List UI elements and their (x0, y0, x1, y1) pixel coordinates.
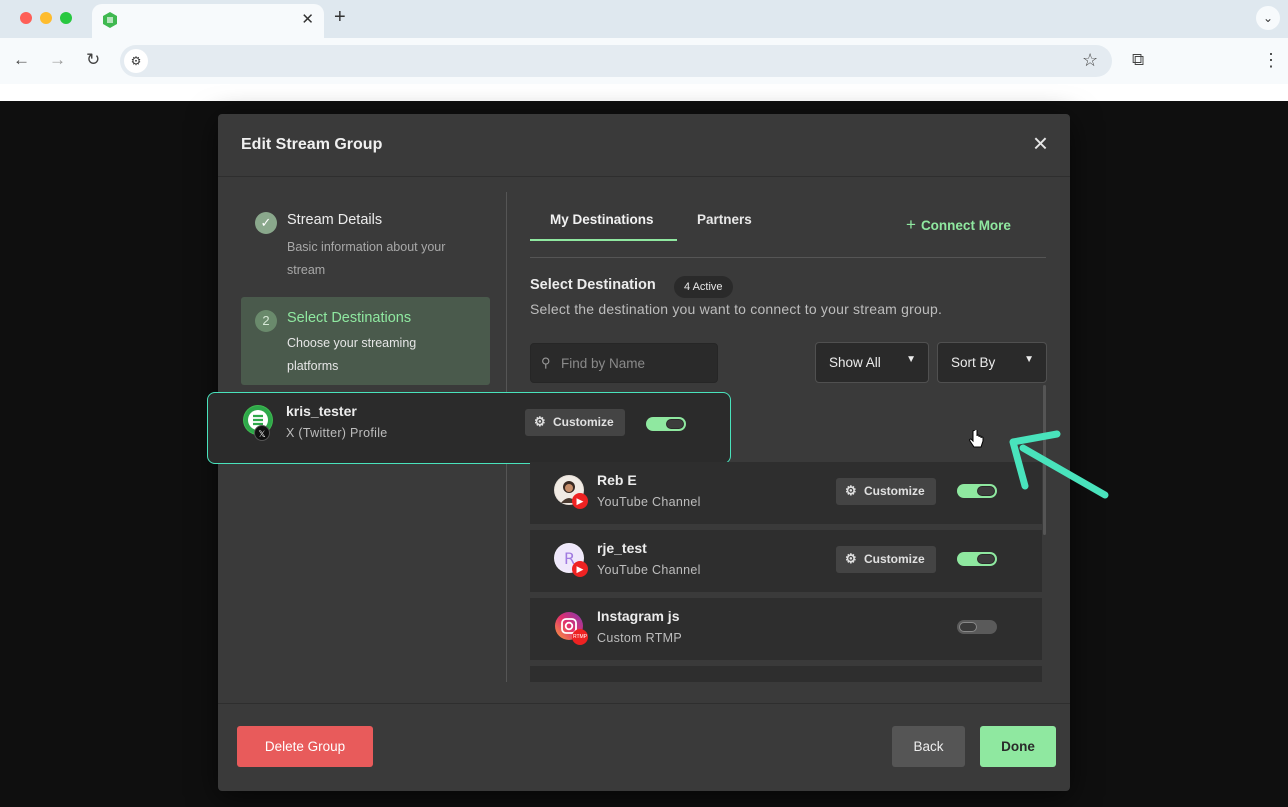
plus-icon: + (906, 215, 916, 234)
maximize-window-button[interactable] (60, 12, 72, 24)
gear-icon: ⚙ (534, 414, 546, 429)
x-icon: 𝕏 (254, 425, 270, 441)
sort-by-label: Sort By (951, 355, 996, 370)
caret-down-icon: ▼ (1024, 354, 1034, 365)
step-description: Basic information about your stream (287, 240, 446, 277)
destination-row[interactable]: ▶ Reb E YouTube Channel ⚙ Customize (530, 462, 1042, 524)
close-icon[interactable]: × (1033, 130, 1048, 156)
edit-stream-group-modal: Edit Stream Group × ✓ Stream Details Bas… (207, 114, 1070, 791)
youtube-icon: ▶ (572, 493, 588, 509)
minimize-window-button[interactable] (40, 12, 52, 24)
destination-type: Custom RTMP (597, 631, 683, 645)
destination-row[interactable]: 𝕏 kris_tester X (Twitter) Profile ⚙ Cust… (207, 392, 731, 464)
back-arrow-icon[interactable]: ← (13, 50, 30, 70)
forward-arrow-icon[interactable]: → (49, 50, 66, 70)
show-all-label: Show All (829, 355, 881, 370)
destination-name: rje_test (597, 540, 647, 556)
destination-row[interactable]: RTMP Instagram js Custom RTMP (530, 598, 1042, 660)
step-select-destinations[interactable]: 2 Select Destinations Choose your stream… (241, 297, 490, 385)
destination-toggle[interactable] (957, 620, 997, 634)
destination-type: YouTube Channel (597, 563, 701, 577)
customize-label: Customize (864, 484, 925, 498)
header-divider (218, 176, 1070, 177)
address-bar[interactable] (120, 45, 1112, 77)
destination-toggle[interactable] (957, 484, 997, 498)
destination-row[interactable]: R ▶ rje_test YouTube Channel ⚙ Customize (530, 530, 1042, 592)
delete-group-button[interactable]: Delete Group (237, 726, 373, 767)
destination-type: X (Twitter) Profile (286, 426, 388, 440)
step-stream-details[interactable]: ✓ Stream Details Basic information about… (241, 204, 490, 284)
browser-tab-bar: ✕ + ⌄ (0, 0, 1288, 38)
done-button[interactable]: Done (980, 726, 1056, 767)
tab-my-destinations[interactable]: My Destinations (550, 212, 654, 227)
caret-down-icon: ▼ (906, 354, 916, 365)
step-description: Choose your streaming platforms (287, 336, 417, 373)
footer-divider (218, 703, 1070, 704)
search-box[interactable]: ⚲ (530, 343, 718, 383)
destination-name: Reb E (597, 472, 637, 488)
customize-label: Customize (864, 552, 925, 566)
tabs-divider (530, 257, 1046, 258)
step-number: 2 (255, 310, 277, 332)
browser-tab[interactable]: ✕ (92, 4, 324, 38)
destination-name: kris_tester (286, 403, 357, 419)
select-destination-heading: Select Destination (530, 277, 656, 293)
connect-more-label: Connect More (920, 218, 1011, 233)
select-destination-description: Select the destination you want to conne… (530, 301, 943, 317)
new-tab-button[interactable]: + (334, 6, 346, 29)
close-window-button[interactable] (20, 12, 32, 24)
back-button[interactable]: Back (892, 726, 965, 767)
search-input[interactable] (561, 348, 711, 378)
customize-button[interactable]: ⚙ Customize (836, 546, 936, 573)
step-title: Select Destinations (287, 310, 412, 326)
check-icon: ✓ (255, 212, 277, 234)
search-icon: ⚲ (541, 355, 551, 370)
destination-type: YouTube Channel (597, 495, 701, 509)
site-settings-icon[interactable]: ⚙ (124, 49, 148, 73)
destination-row[interactable] (530, 666, 1042, 682)
destination-toggle[interactable] (646, 417, 686, 431)
customize-button[interactable]: ⚙ Customize (836, 478, 936, 505)
customize-label: Customize (553, 415, 614, 429)
tab-search-chevron-icon[interactable]: ⌄ (1256, 6, 1280, 30)
hand-cursor-icon (969, 430, 984, 448)
close-tab-icon[interactable]: ✕ (301, 10, 314, 28)
annotation-arrow-icon (1009, 430, 1109, 499)
reload-icon[interactable]: ↻ (86, 50, 100, 70)
site-logo-icon (103, 12, 117, 28)
sort-by-dropdown[interactable]: Sort By ▼ (937, 342, 1047, 383)
connect-more-button[interactable]: + Connect More (906, 215, 1011, 235)
tab-partners[interactable]: Partners (697, 212, 752, 227)
modal-title: Edit Stream Group (241, 136, 383, 153)
customize-button[interactable]: ⚙ Customize (525, 409, 625, 436)
destination-name: Instagram js (597, 608, 680, 624)
rtmp-icon: RTMP (572, 629, 588, 645)
bookmark-star-icon[interactable]: ☆ (1082, 50, 1098, 71)
destination-toggle[interactable] (957, 552, 997, 566)
step-title: Stream Details (287, 212, 383, 228)
browser-menu-icon[interactable]: ⋮ (1262, 50, 1280, 71)
active-count-badge: 4 Active (674, 276, 733, 298)
active-tab-indicator (530, 239, 677, 241)
show-all-dropdown[interactable]: Show All ▼ (815, 342, 929, 383)
extensions-icon[interactable]: ⧉ (1132, 50, 1144, 70)
gear-icon: ⚙ (845, 483, 857, 498)
youtube-icon: ▶ (572, 561, 588, 577)
gear-icon: ⚙ (845, 551, 857, 566)
